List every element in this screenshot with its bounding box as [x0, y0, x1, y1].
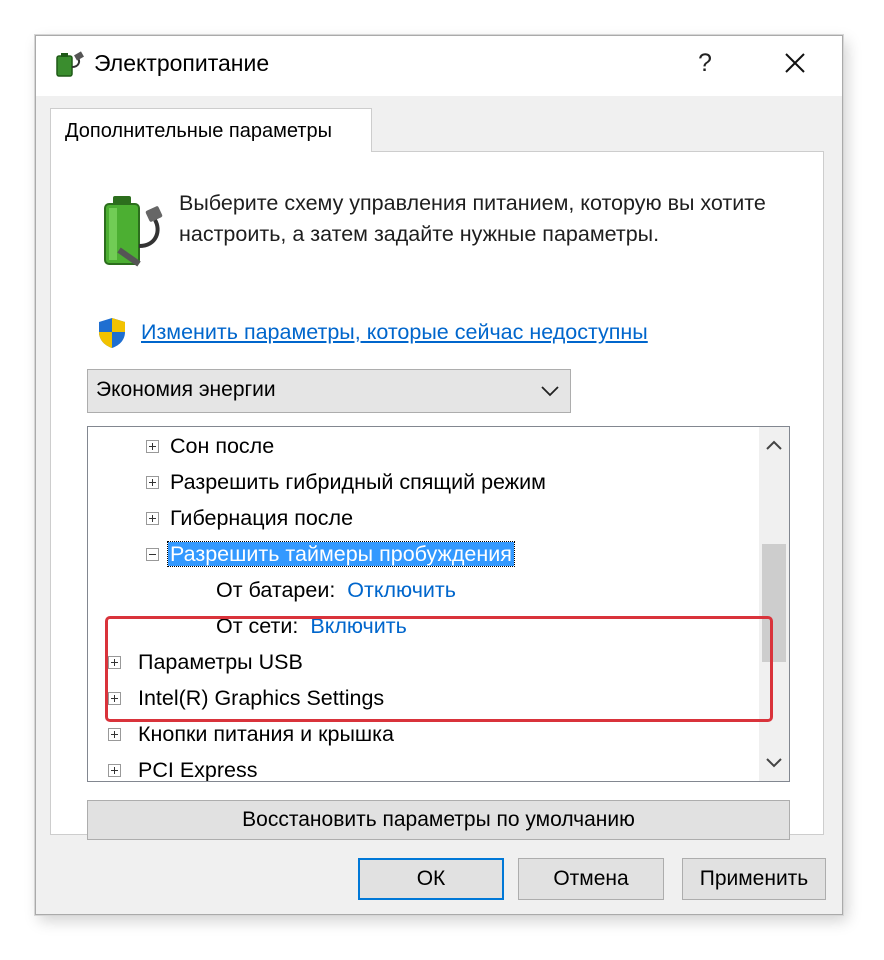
power-plan-selected-value: Экономия энергии	[96, 378, 276, 401]
tree-item-label: Параметры USB	[138, 650, 303, 674]
tree-item-label: PCI Express	[138, 758, 258, 782]
tree-item-label: Разрешить гибридный спящий режим	[170, 470, 546, 494]
title-bar: Электропитание ?	[36, 36, 842, 96]
settings-tree[interactable]: Сон после Разрешить гибридный спящий реж…	[87, 426, 790, 782]
expand-icon[interactable]	[146, 440, 159, 453]
power-plug-icon	[56, 51, 84, 77]
chevron-down-icon[interactable]	[759, 747, 789, 777]
tree-item-label: Intel(R) Graphics Settings	[138, 686, 385, 710]
tree-item-power-buttons-lid[interactable]: Кнопки питания и крышка	[108, 717, 394, 751]
tree-item-usb-settings[interactable]: Параметры USB	[108, 645, 303, 679]
chevron-down-icon	[541, 386, 559, 397]
setting-value-link[interactable]: Включить	[310, 614, 406, 638]
tree-item-label: Сон после	[170, 434, 275, 458]
setting-label: От батареи:	[216, 578, 336, 602]
collapse-icon[interactable]	[146, 548, 159, 561]
uac-shield-icon	[99, 318, 125, 348]
tree-scrollbar[interactable]	[759, 427, 789, 781]
tree-item-label: Кнопки питания и крышка	[138, 722, 394, 746]
expand-icon[interactable]	[108, 656, 121, 669]
tree-setting-plugged-in[interactable]: От сети: Включить	[216, 609, 407, 643]
battery-plug-icon	[104, 196, 163, 267]
expand-icon[interactable]	[108, 692, 121, 705]
setting-label: От сети:	[216, 614, 299, 638]
chevron-up-icon[interactable]	[759, 431, 789, 461]
tree-item-wake-timers[interactable]: Разрешить таймеры пробуждения	[146, 537, 515, 571]
tree-item-label-selected: Разрешить таймеры пробуждения	[167, 541, 515, 567]
ok-button[interactable]: ОК	[358, 858, 504, 900]
tab-panel: Выберите схему управления питанием, кото…	[50, 151, 824, 840]
power-plan-select[interactable]: Экономия энергии	[87, 369, 571, 413]
expand-icon[interactable]	[108, 728, 121, 741]
tree-setting-on-battery[interactable]: От батареи: Отключить	[216, 573, 456, 607]
tree-item-hibernate-after[interactable]: Гибернация после	[146, 501, 353, 535]
tree-item-label: Гибернация после	[170, 506, 354, 530]
change-unavailable-settings-link[interactable]: Изменить параметры, которые сейчас недос…	[141, 320, 648, 345]
close-button[interactable]	[768, 42, 822, 84]
cancel-button[interactable]: Отмена	[518, 858, 664, 900]
tree-item-hybrid-sleep[interactable]: Разрешить гибридный спящий режим	[146, 465, 546, 499]
expand-icon[interactable]	[146, 476, 159, 489]
restore-defaults-button[interactable]: Восстановить параметры по умолчанию	[87, 800, 790, 840]
apply-button[interactable]: Применить	[682, 858, 826, 900]
instruction-text: Выберите схему управления питанием, кото…	[179, 191, 766, 246]
power-options-dialog: Электропитание ? Дополнительные параметр…	[35, 35, 843, 915]
close-icon	[785, 53, 805, 73]
expand-icon[interactable]	[108, 764, 121, 777]
tree-item-pci-express[interactable]: PCI Express	[108, 753, 258, 782]
scrollbar-thumb[interactable]	[762, 544, 786, 662]
tree-item-sleep-after[interactable]: Сон после	[146, 429, 274, 463]
window-title: Электропитание	[94, 50, 270, 76]
setting-value-link[interactable]: Отключить	[347, 578, 456, 602]
tab-advanced-settings[interactable]: Дополнительные параметры	[50, 108, 372, 152]
expand-icon[interactable]	[146, 512, 159, 525]
help-button[interactable]: ?	[676, 42, 734, 84]
tree-item-intel-graphics[interactable]: Intel(R) Graphics Settings	[108, 681, 384, 715]
